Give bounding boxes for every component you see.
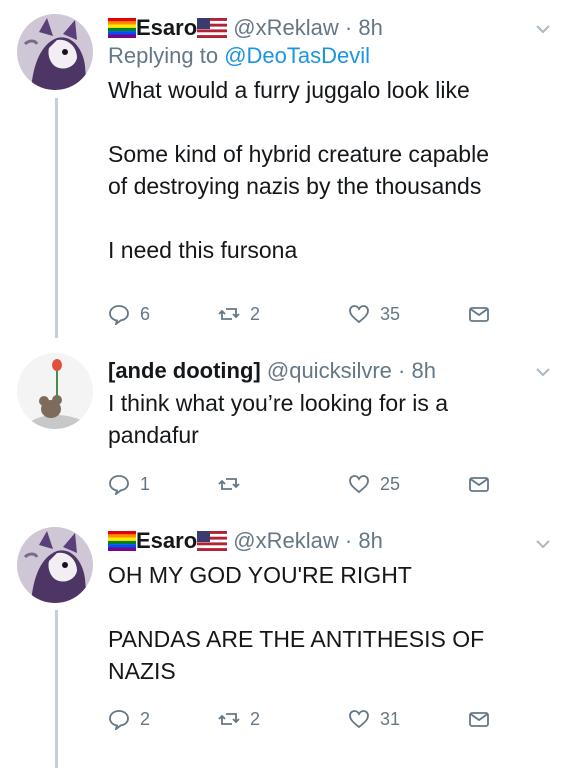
tweet-text: I think what you’re looking for is a pan…	[108, 390, 449, 448]
tweet-text: What would a furry juggalo look like Som…	[108, 77, 489, 263]
reply-icon	[109, 475, 129, 495]
tweet-text: OH MY GOD YOU'RE RIGHT PANDAS ARE THE AN…	[108, 562, 485, 684]
like-button[interactable]: 31	[348, 705, 400, 733]
user-handle[interactable]: @xReklaw	[233, 528, 338, 553]
replying-to: Replying to @DeoTasDevil	[108, 42, 530, 70]
envelope-icon	[469, 477, 489, 492]
tweet-header: Esaro @xReklaw · 8h	[108, 14, 530, 42]
avatar-image	[17, 14, 93, 90]
tweet-header: [ande dooting] @quicksilvre · 8h	[108, 357, 530, 385]
heart-icon	[349, 475, 369, 494]
separator-dot: ·	[398, 358, 406, 383]
display-name[interactable]: Esaro	[136, 15, 197, 40]
like-count: 25	[380, 473, 401, 494]
display-name[interactable]: Esaro	[136, 528, 197, 553]
chevron-down-icon[interactable]	[534, 20, 552, 38]
tweet-content: Esaro @xReklaw · 8h Replying to @DeoTasD…	[108, 14, 530, 266]
avatar[interactable]	[17, 14, 93, 90]
avatar[interactable]	[17, 527, 93, 603]
dm-button[interactable]	[468, 705, 490, 733]
like-button[interactable]: 25	[348, 470, 400, 498]
chevron-down-icon[interactable]	[534, 363, 552, 381]
tweet-2[interactable]: [ande dooting] @quicksilvre · 8h I think…	[0, 345, 570, 515]
reply-button[interactable]: 1	[108, 470, 150, 498]
reply-mention-link[interactable]: @DeoTasDevil	[224, 43, 370, 68]
chevron-down-icon[interactable]	[534, 535, 552, 553]
us-flag-icon	[197, 18, 228, 38]
reply-icon	[109, 710, 129, 730]
envelope-icon	[469, 307, 489, 322]
retweet-button[interactable]	[218, 470, 250, 498]
tweet-actions: 6 2 35	[108, 300, 508, 328]
tweet-actions: 1 25	[108, 470, 508, 498]
timestamp[interactable]: 8h	[358, 528, 382, 553]
reply-count: 1	[140, 473, 151, 494]
avatar-image	[17, 353, 93, 429]
reply-count: 6	[140, 303, 151, 324]
tweet-actions: 2 2 31	[108, 705, 508, 733]
user-handle[interactable]: @quicksilvre	[267, 358, 392, 383]
timestamp[interactable]: 8h	[411, 358, 435, 383]
like-button[interactable]: 35	[348, 300, 400, 328]
heart-icon	[349, 710, 369, 729]
rainbow-flag-icon	[108, 18, 136, 38]
separator-dot: ·	[344, 528, 353, 553]
tweet-1[interactable]: Esaro @xReklaw · 8h Replying to @DeoTasD…	[0, 0, 570, 345]
separator-dot: ·	[344, 15, 353, 40]
tweet-header: Esaro @xReklaw · 8h	[108, 527, 530, 555]
retweet-button[interactable]: 2	[218, 300, 260, 328]
tweet-3[interactable]: Esaro @xReklaw · 8h OH MY GOD YOU'RE RIG…	[0, 515, 570, 768]
retweet-icon	[218, 308, 240, 320]
us-flag-icon	[197, 531, 228, 551]
user-handle[interactable]: @xReklaw	[233, 15, 338, 40]
reply-button[interactable]: 2	[108, 705, 150, 733]
replying-to-label: Replying to	[108, 43, 219, 68]
display-name[interactable]: [ande dooting]	[108, 358, 261, 383]
retweet-button[interactable]: 2	[218, 705, 260, 733]
rainbow-flag-icon	[108, 531, 136, 551]
reply-button[interactable]: 6	[108, 300, 150, 328]
retweet-icon	[218, 713, 240, 725]
timestamp[interactable]: 8h	[358, 15, 382, 40]
dm-button[interactable]	[468, 470, 490, 498]
tweet-content: [ande dooting] @quicksilvre · 8h I think…	[108, 357, 530, 451]
retweet-count: 2	[250, 708, 261, 729]
heart-icon	[349, 305, 369, 324]
like-count: 35	[380, 303, 401, 324]
avatar-image	[17, 527, 93, 603]
retweet-icon	[218, 478, 240, 490]
avatar[interactable]	[17, 353, 93, 429]
tweet-content: Esaro @xReklaw · 8h OH MY GOD YOU'RE RIG…	[108, 527, 530, 687]
like-count: 31	[380, 708, 401, 729]
envelope-icon	[469, 712, 489, 727]
dm-button[interactable]	[468, 300, 490, 328]
reply-icon	[109, 305, 129, 325]
retweet-count: 2	[250, 303, 261, 324]
reply-count: 2	[140, 708, 151, 729]
